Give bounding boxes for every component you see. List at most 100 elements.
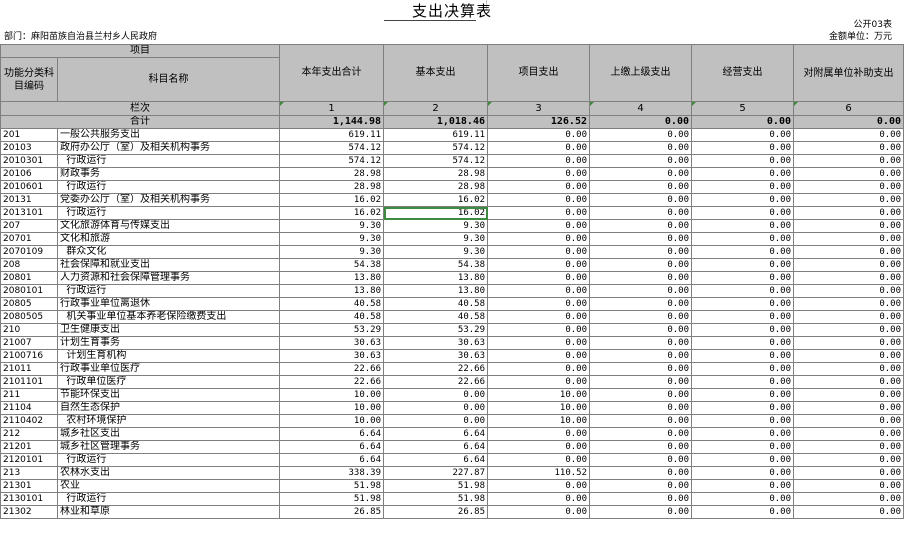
subject-name-cell[interactable]: 行政事业单位离退休	[57, 297, 280, 311]
value-cell[interactable]: 0.00	[589, 440, 692, 454]
value-cell[interactable]: 0.00	[793, 401, 904, 415]
value-cell[interactable]: 10.00	[279, 414, 384, 428]
value-cell[interactable]: 574.12	[279, 154, 384, 168]
code-cell[interactable]: 20801	[0, 271, 58, 285]
code-cell[interactable]: 212	[0, 427, 58, 441]
value-cell[interactable]: 0.00	[589, 284, 692, 298]
value-cell[interactable]: 0.00	[691, 193, 794, 207]
value-cell[interactable]: 0.00	[589, 167, 692, 181]
value-cell[interactable]: 0.00	[487, 141, 590, 155]
subject-name-cell[interactable]: 卫生健康支出	[57, 323, 280, 337]
value-cell[interactable]: 0.00	[589, 193, 692, 207]
total-value-cell[interactable]: 0.00	[589, 115, 692, 129]
code-cell[interactable]: 208	[0, 258, 58, 272]
value-cell[interactable]: 0.00	[691, 206, 794, 220]
value-cell[interactable]: 40.58	[383, 310, 488, 324]
value-cell[interactable]: 574.12	[383, 154, 488, 168]
value-cell[interactable]: 0.00	[487, 427, 590, 441]
value-cell[interactable]: 0.00	[691, 284, 794, 298]
value-cell[interactable]: 10.00	[279, 401, 384, 415]
value-cell[interactable]: 0.00	[793, 219, 904, 233]
header-operating-expenditure[interactable]: 经营支出	[691, 44, 794, 102]
value-cell[interactable]: 0.00	[487, 323, 590, 337]
value-cell[interactable]: 0.00	[589, 388, 692, 402]
value-cell[interactable]: 0.00	[487, 453, 590, 467]
subject-name-cell[interactable]: 行政运行	[57, 154, 280, 168]
code-cell[interactable]: 2101101	[0, 375, 58, 389]
value-cell[interactable]: 0.00	[691, 232, 794, 246]
value-cell[interactable]: 0.00	[793, 492, 904, 506]
subject-name-cell[interactable]: 行政单位医疗	[57, 375, 280, 389]
value-cell[interactable]: 0.00	[487, 310, 590, 324]
value-cell[interactable]: 16.02	[383, 206, 488, 220]
value-cell[interactable]: 0.00	[487, 206, 590, 220]
value-cell[interactable]: 0.00	[589, 505, 692, 519]
value-cell[interactable]: 0.00	[589, 232, 692, 246]
header-superior-remittance[interactable]: 上缴上级支出	[589, 44, 692, 102]
code-cell[interactable]: 21301	[0, 479, 58, 493]
subject-name-cell[interactable]: 文化旅游体育与传媒支出	[57, 219, 280, 233]
value-cell[interactable]: 22.66	[383, 362, 488, 376]
code-cell[interactable]: 21007	[0, 336, 58, 350]
value-cell[interactable]: 22.66	[279, 362, 384, 376]
value-cell[interactable]: 9.30	[383, 219, 488, 233]
value-cell[interactable]: 619.11	[383, 128, 488, 142]
value-cell[interactable]: 40.58	[279, 297, 384, 311]
code-cell[interactable]: 211	[0, 388, 58, 402]
value-cell[interactable]: 0.00	[589, 479, 692, 493]
value-cell[interactable]: 0.00	[487, 219, 590, 233]
value-cell[interactable]: 574.12	[383, 141, 488, 155]
value-cell[interactable]: 110.52	[487, 466, 590, 480]
value-cell[interactable]: 13.80	[279, 271, 384, 285]
value-cell[interactable]: 0.00	[691, 388, 794, 402]
value-cell[interactable]: 22.66	[279, 375, 384, 389]
value-cell[interactable]: 0.00	[589, 297, 692, 311]
value-cell[interactable]: 0.00	[793, 180, 904, 194]
value-cell[interactable]: 28.98	[279, 180, 384, 194]
subject-name-cell[interactable]: 节能环保支出	[57, 388, 280, 402]
value-cell[interactable]: 9.30	[279, 232, 384, 246]
value-cell[interactable]: 0.00	[589, 271, 692, 285]
value-cell[interactable]: 0.00	[487, 349, 590, 363]
value-cell[interactable]: 0.00	[487, 297, 590, 311]
value-cell[interactable]: 0.00	[487, 128, 590, 142]
value-cell[interactable]: 0.00	[793, 141, 904, 155]
value-cell[interactable]: 26.85	[383, 505, 488, 519]
value-cell[interactable]: 0.00	[691, 323, 794, 337]
value-cell[interactable]: 0.00	[793, 310, 904, 324]
column-index-cell[interactable]: 2	[383, 101, 488, 116]
value-cell[interactable]: 0.00	[589, 154, 692, 168]
subject-name-cell[interactable]: 农业	[57, 479, 280, 493]
code-cell[interactable]: 2010301	[0, 154, 58, 168]
code-cell[interactable]: 2010601	[0, 180, 58, 194]
value-cell[interactable]: 51.98	[279, 479, 384, 493]
code-cell[interactable]: 2080101	[0, 284, 58, 298]
value-cell[interactable]: 0.00	[383, 401, 488, 415]
value-cell[interactable]: 0.00	[589, 219, 692, 233]
column-index-cell[interactable]: 3	[487, 101, 590, 116]
code-cell[interactable]: 201	[0, 128, 58, 142]
subject-name-cell[interactable]: 群众文化	[57, 245, 280, 259]
total-label[interactable]: 合计	[0, 115, 280, 129]
column-index-cell[interactable]: 6	[793, 101, 904, 116]
header-function-code[interactable]: 功能分类科目编码	[0, 57, 58, 102]
code-cell[interactable]: 20103	[0, 141, 58, 155]
value-cell[interactable]: 0.00	[589, 492, 692, 506]
value-cell[interactable]: 0.00	[487, 271, 590, 285]
value-cell[interactable]: 0.00	[691, 310, 794, 324]
code-cell[interactable]: 20131	[0, 193, 58, 207]
code-cell[interactable]: 213	[0, 466, 58, 480]
subject-name-cell[interactable]: 财政事务	[57, 167, 280, 181]
value-cell[interactable]: 0.00	[793, 258, 904, 272]
code-cell[interactable]: 2110402	[0, 414, 58, 428]
value-cell[interactable]: 0.00	[793, 167, 904, 181]
value-cell[interactable]: 6.64	[383, 427, 488, 441]
header-total-expenditure[interactable]: 本年支出合计	[279, 44, 384, 102]
value-cell[interactable]: 53.29	[383, 323, 488, 337]
total-value-cell[interactable]: 1,144.98	[279, 115, 384, 129]
subject-name-cell[interactable]: 行政运行	[57, 206, 280, 220]
subject-name-cell[interactable]: 行政事业单位医疗	[57, 362, 280, 376]
code-cell[interactable]: 21011	[0, 362, 58, 376]
value-cell[interactable]: 0.00	[793, 505, 904, 519]
value-cell[interactable]: 0.00	[487, 167, 590, 181]
